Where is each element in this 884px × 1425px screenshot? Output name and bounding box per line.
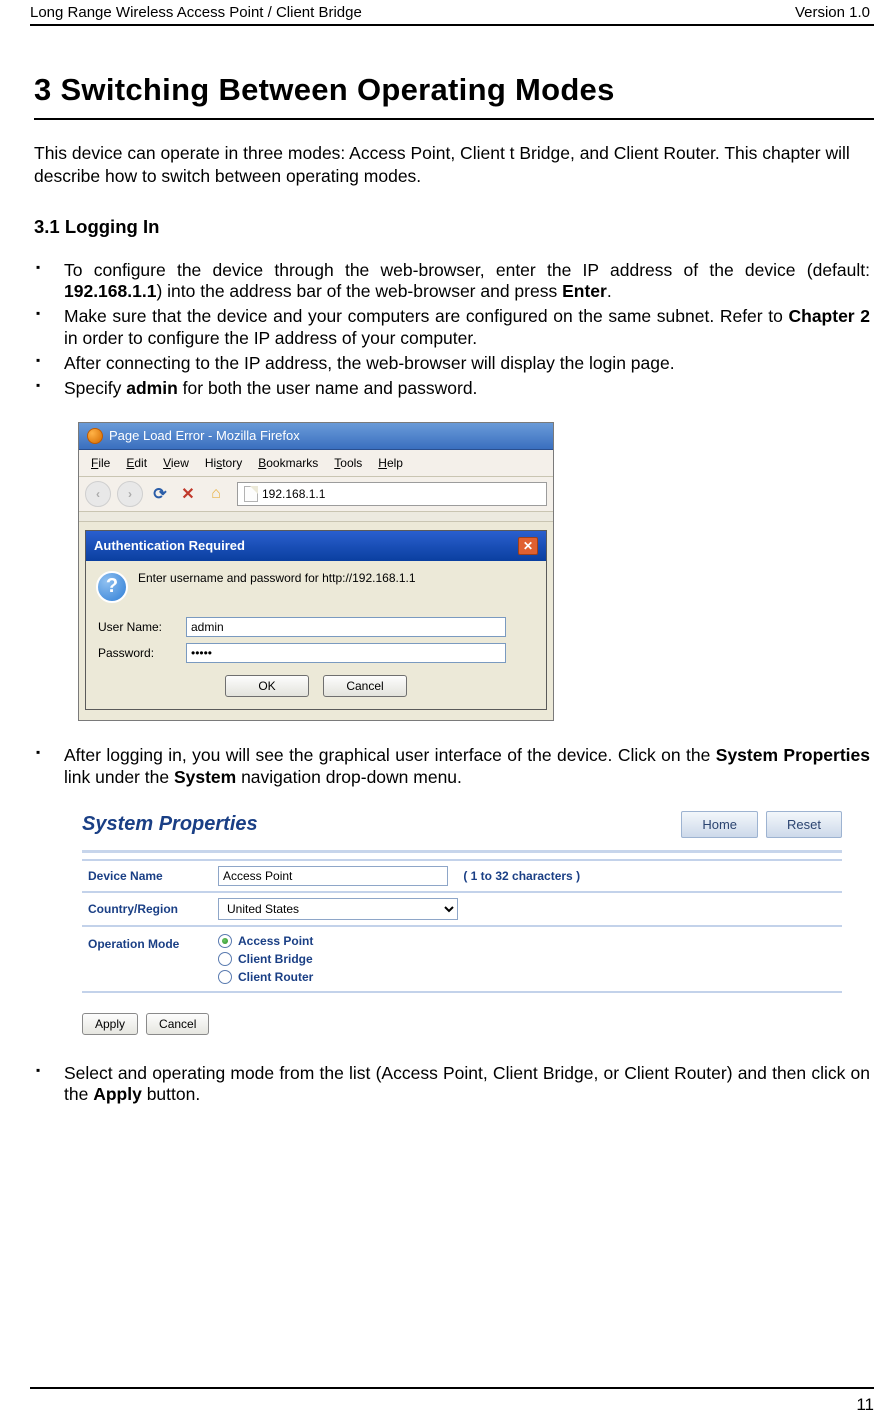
divider — [82, 850, 842, 853]
radio-icon — [218, 952, 232, 966]
auth-title-text: Authentication Required — [94, 538, 245, 553]
radio-client-bridge[interactable]: Client Bridge — [218, 950, 836, 968]
bullet-list-3: Select and operating mode from the list … — [34, 1063, 874, 1107]
device-name-hint: ( 1 to 32 characters ) — [451, 869, 580, 883]
radio-access-point[interactable]: Access Point — [218, 932, 836, 950]
radio-client-router[interactable]: Client Router — [218, 968, 836, 986]
url-bar[interactable]: 192.168.1.1 — [237, 482, 547, 506]
question-icon: ? — [96, 571, 128, 603]
menu-history[interactable]: History — [199, 454, 248, 472]
device-name-label: Device Name — [82, 860, 212, 892]
url-text: 192.168.1.1 — [262, 487, 325, 501]
page-icon — [244, 486, 258, 502]
chapter-heading: 3 Switching Between Operating Modes — [34, 72, 874, 120]
panel-title: System Properties — [82, 813, 258, 836]
apply-button[interactable]: Apply — [82, 1013, 138, 1035]
username-label: User Name: — [98, 620, 178, 634]
menubar: File Edit View History Bookmarks Tools H… — [79, 450, 553, 477]
device-name-input[interactable] — [218, 866, 448, 886]
close-icon[interactable]: ✕ — [518, 537, 538, 555]
auth-message: Enter username and password for http://1… — [138, 571, 416, 585]
window-title: Page Load Error - Mozilla Firefox — [109, 428, 300, 443]
auth-dialog: Authentication Required ✕ ? Enter userna… — [85, 530, 547, 710]
cancel-button[interactable]: Cancel — [146, 1013, 209, 1035]
back-icon[interactable]: ‹ — [85, 481, 111, 507]
operation-mode-label: Operation Mode — [82, 926, 212, 992]
password-label: Password: — [98, 646, 178, 660]
username-input[interactable] — [186, 617, 506, 637]
page-number: 11 — [856, 1395, 874, 1414]
menu-tools[interactable]: Tools — [328, 454, 368, 472]
home-button[interactable]: Home — [681, 811, 758, 838]
menu-help[interactable]: Help — [372, 454, 409, 472]
list-item: After logging in, you will see the graph… — [64, 745, 874, 789]
list-item: Specify admin for both the user name and… — [64, 378, 874, 400]
home-icon[interactable]: ⌂ — [205, 483, 227, 505]
reset-button[interactable]: Reset — [766, 811, 842, 838]
section-heading: 3.1 Logging In — [34, 216, 874, 238]
menu-bookmarks[interactable]: Bookmarks — [252, 454, 324, 472]
firefox-icon — [87, 428, 103, 444]
page-footer: 11 — [30, 1387, 874, 1415]
intro-paragraph: This device can operate in three modes: … — [34, 142, 874, 188]
menu-view[interactable]: View — [157, 454, 195, 472]
firefox-screenshot: Page Load Error - Mozilla Firefox File E… — [78, 422, 554, 721]
stop-icon[interactable]: ✕ — [177, 483, 199, 505]
header-right: Version 1.0 — [795, 4, 870, 21]
bullet-list-1: To configure the device through the web-… — [34, 260, 874, 400]
list-item: Select and operating mode from the list … — [64, 1063, 874, 1107]
list-item: After connecting to the IP address, the … — [64, 353, 874, 375]
list-item: Make sure that the device and your compu… — [64, 306, 874, 350]
forward-icon[interactable]: › — [117, 481, 143, 507]
cancel-button[interactable]: Cancel — [323, 675, 407, 697]
window-titlebar: Page Load Error - Mozilla Firefox — [79, 423, 553, 450]
auth-titlebar: Authentication Required ✕ — [86, 531, 546, 561]
menu-file[interactable]: File — [85, 454, 116, 472]
country-label: Country/Region — [82, 892, 212, 926]
tab-strip — [79, 512, 553, 522]
bullet-list-2: After logging in, you will see the graph… — [34, 745, 874, 789]
header-left: Long Range Wireless Access Point / Clien… — [30, 4, 362, 21]
radio-icon — [218, 934, 232, 948]
password-input[interactable] — [186, 643, 506, 663]
toolbar: ‹ › ⟳ ✕ ⌂ 192.168.1.1 — [79, 477, 553, 512]
ok-button[interactable]: OK — [225, 675, 309, 697]
country-select[interactable]: United States — [218, 898, 458, 920]
system-properties-screenshot: System Properties Home Reset Device Name… — [82, 811, 842, 1035]
menu-edit[interactable]: Edit — [120, 454, 153, 472]
radio-icon — [218, 970, 232, 984]
list-item: To configure the device through the web-… — [64, 260, 874, 304]
page-header: Long Range Wireless Access Point / Clien… — [30, 4, 874, 26]
reload-icon[interactable]: ⟳ — [149, 483, 171, 505]
